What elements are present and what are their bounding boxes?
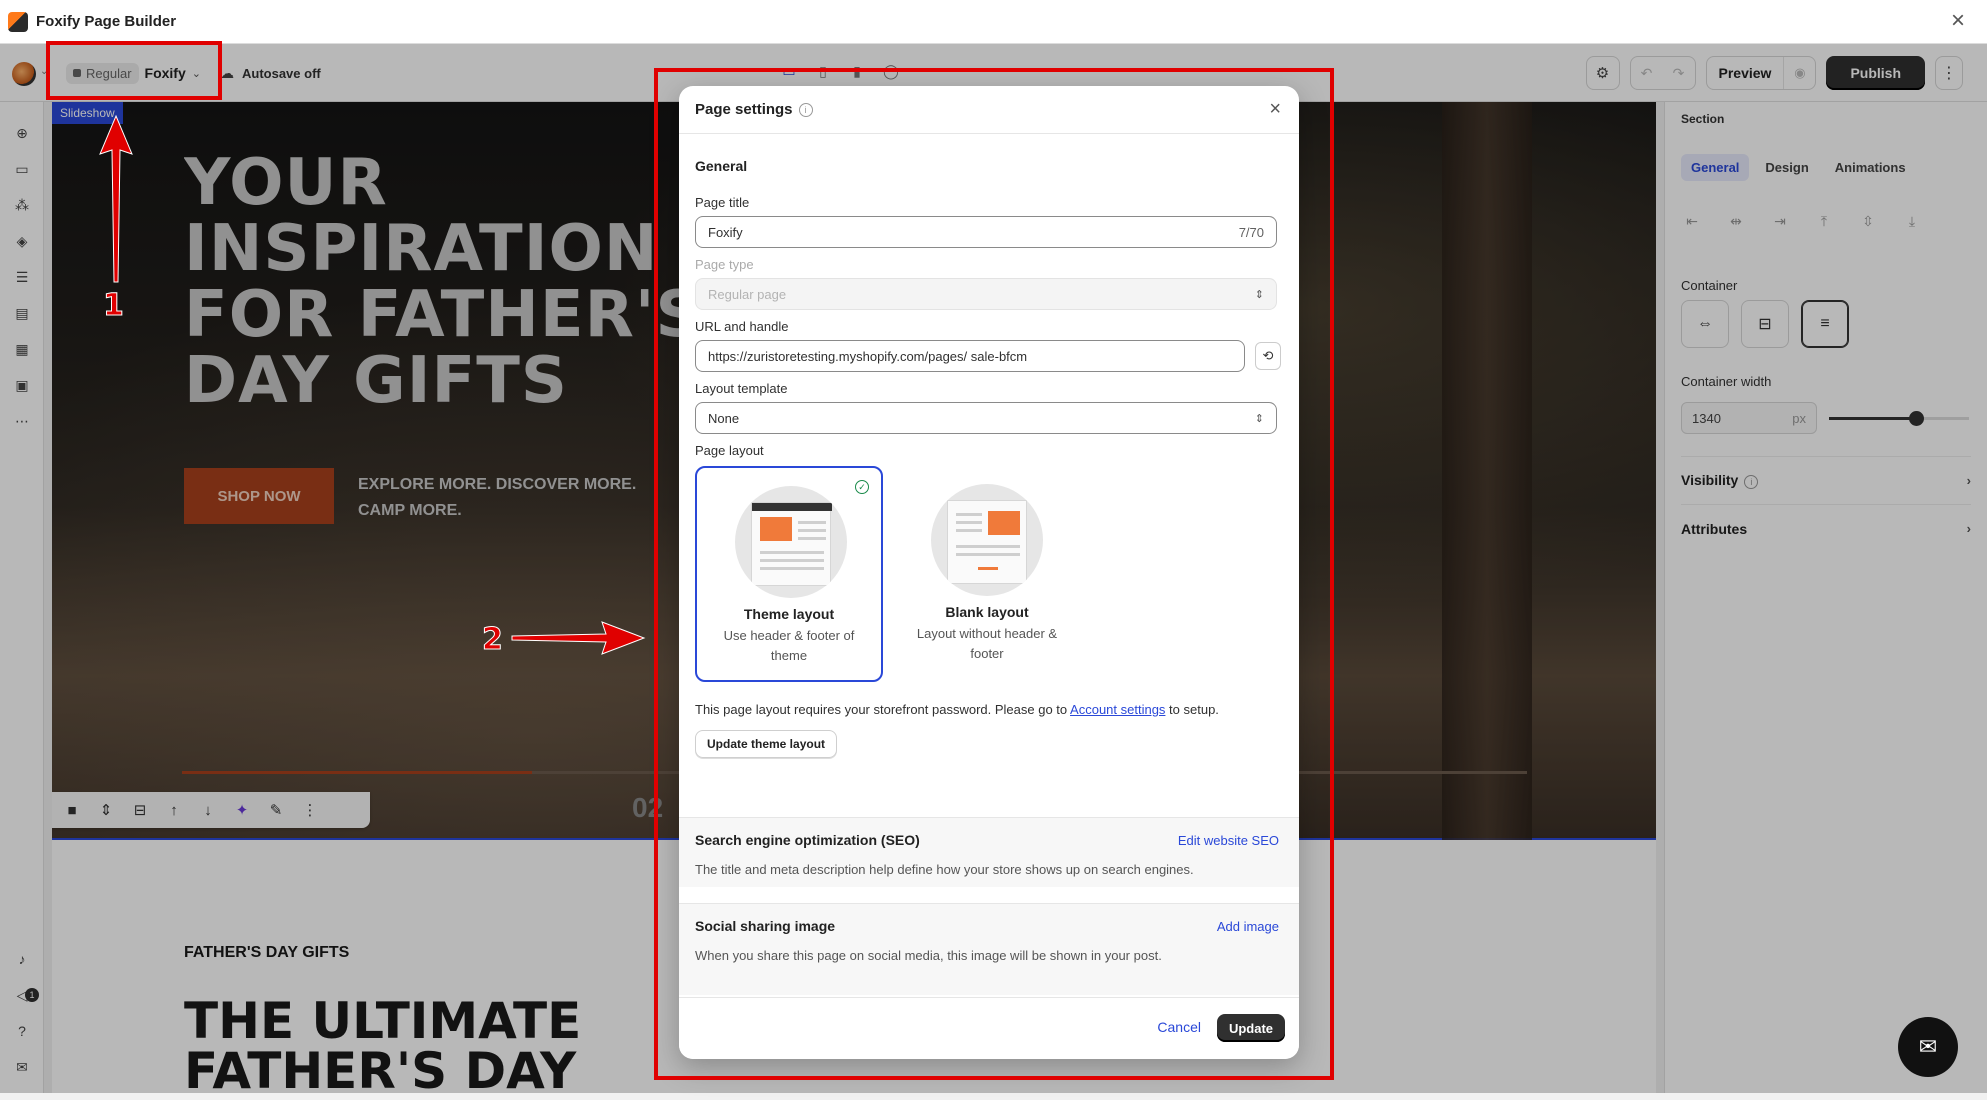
annotation-box-modal xyxy=(654,68,1334,1080)
window-titlebar: Foxify Page Builder × xyxy=(0,0,1987,44)
annotation-arrow-right-icon xyxy=(510,618,646,658)
window-title: Foxify Page Builder xyxy=(36,13,176,30)
support-chat-icon[interactable]: ✉ xyxy=(1898,1017,1958,1077)
window-close-icon[interactable]: × xyxy=(1951,9,1965,33)
foxify-logo-icon xyxy=(8,12,28,32)
annotation-box-store-selector xyxy=(46,41,222,100)
annotation-number-1: 1 xyxy=(103,288,124,323)
annotation-arrow-up-icon xyxy=(96,114,136,284)
annotation-number-2: 2 xyxy=(482,622,503,657)
